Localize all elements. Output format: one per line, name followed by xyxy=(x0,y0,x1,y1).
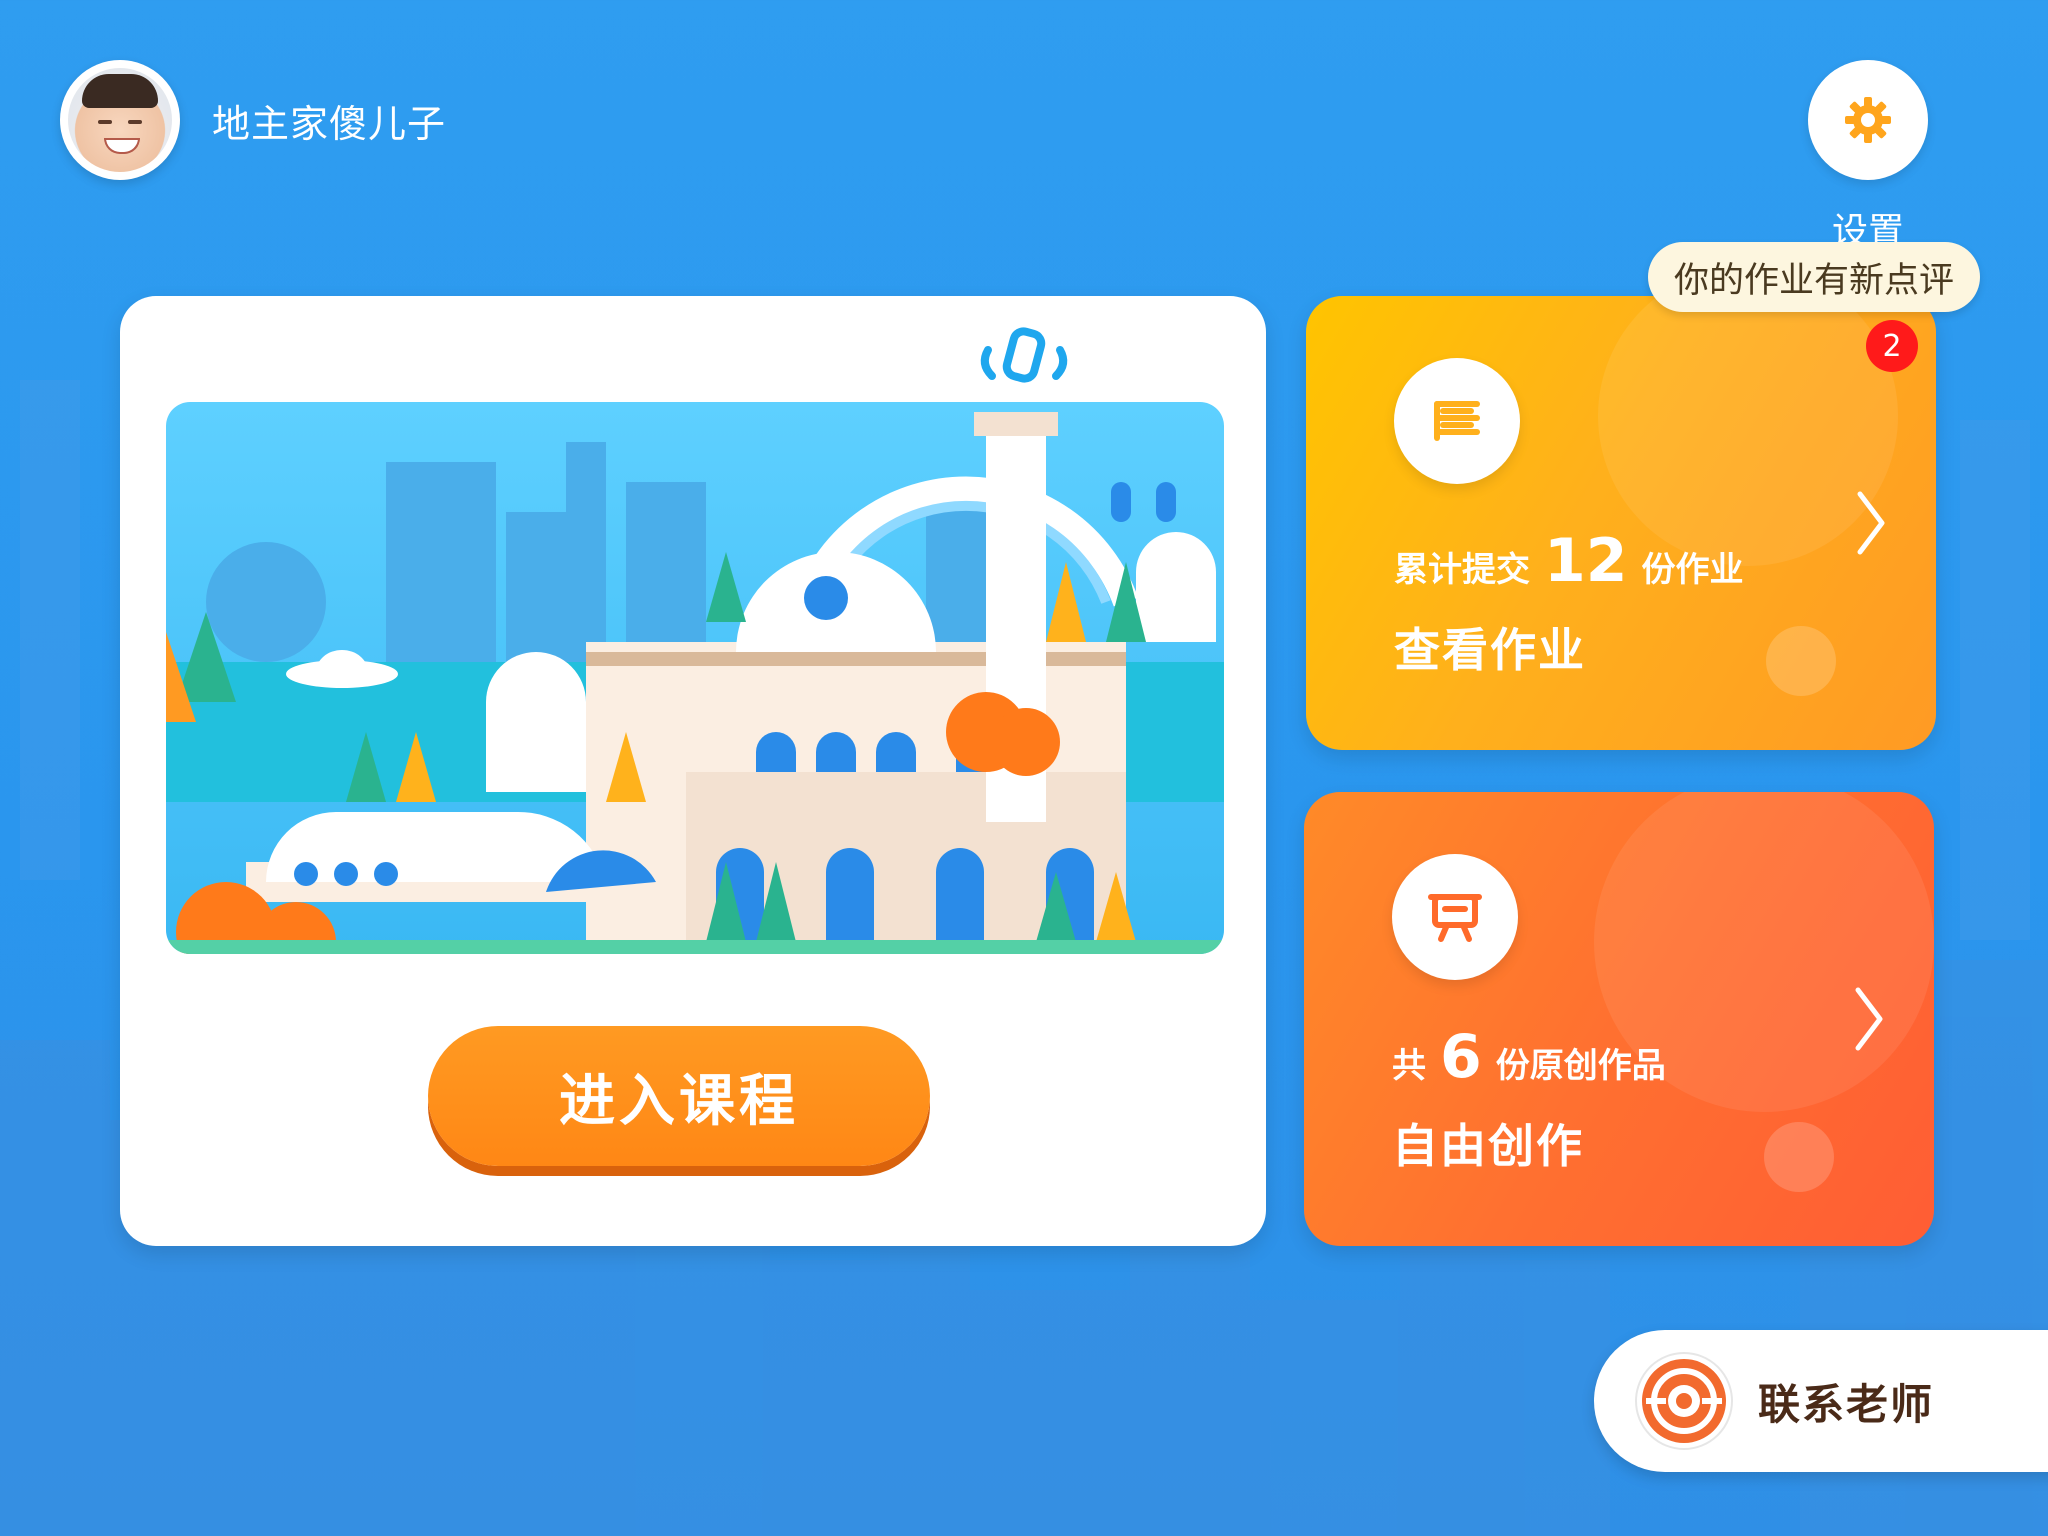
settings-circle[interactable] xyxy=(1808,60,1928,180)
chevron-right-icon xyxy=(1855,987,1883,1051)
user-profile[interactable]: 地主家傻儿子 xyxy=(60,60,446,180)
settings-button[interactable]: 设置 xyxy=(1808,60,1928,254)
free-creation-title: 自由创作 xyxy=(1392,1119,1584,1173)
card-decoration-dot xyxy=(1766,626,1836,696)
homework-stat-prefix: 累计提交 xyxy=(1394,550,1530,590)
avatar-photo xyxy=(68,68,172,172)
homework-stat: 累计提交 12 份作业 xyxy=(1394,526,1744,596)
creation-stat-suffix: 份原创作品 xyxy=(1495,1046,1666,1086)
avatar[interactable] xyxy=(60,60,180,180)
course-illustration xyxy=(166,402,1224,954)
teacher-logo-icon xyxy=(1635,1352,1733,1450)
card-decoration-dot xyxy=(1764,1122,1834,1192)
homework-stat-suffix: 份作业 xyxy=(1641,550,1744,590)
book-stack-icon xyxy=(1434,401,1480,441)
contact-teacher-label: 联系老师 xyxy=(1758,1379,1935,1429)
chevron-right-icon xyxy=(1857,491,1885,555)
homework-count: 12 xyxy=(1544,526,1628,596)
view-homework-title: 查看作业 xyxy=(1394,623,1586,677)
course-card: 进入课程 xyxy=(120,296,1266,1246)
homework-icon-circle xyxy=(1394,358,1520,484)
notification-badge: 2 xyxy=(1866,320,1918,372)
contact-teacher-button[interactable]: 联系老师 xyxy=(1594,1330,2048,1472)
creation-icon-circle xyxy=(1392,854,1518,980)
easel-icon xyxy=(1428,894,1482,942)
homework-card[interactable]: 累计提交 12 份作业 查看作业 xyxy=(1306,266,1936,750)
enter-course-button[interactable]: 进入课程 xyxy=(428,1026,930,1166)
gear-icon xyxy=(1845,97,1891,143)
antenna-icon xyxy=(980,327,1068,383)
creation-count: 6 xyxy=(1440,1022,1482,1092)
notification-tooltip[interactable]: 你的作业有新点评 xyxy=(1648,242,1981,312)
username: 地主家傻儿子 xyxy=(212,101,447,146)
creation-stat: 共 6 份原创作品 xyxy=(1392,1022,1666,1092)
creation-stat-prefix: 共 xyxy=(1392,1046,1426,1086)
creation-card[interactable]: 共 6 份原创作品 自由创作 xyxy=(1304,792,1934,1246)
